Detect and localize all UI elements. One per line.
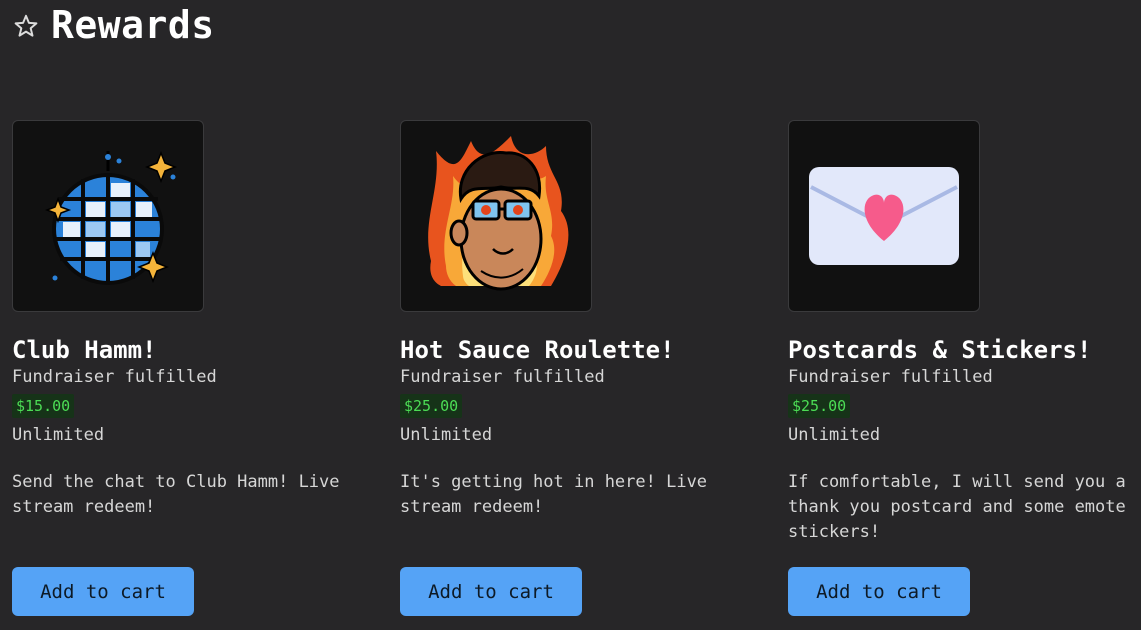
page-header: Rewards — [13, 0, 215, 50]
add-to-cart-button[interactable]: Add to cart — [788, 567, 970, 616]
reward-description: Send the chat to Club Hamm! Live stream … — [12, 472, 340, 517]
reward-title: Club Hamm! — [12, 336, 157, 364]
reward-card-postcards-stickers: Postcards & Stickers! Fundraiser fulfill… — [788, 120, 1140, 616]
reward-description: If comfortable, I will send you a thank … — [788, 472, 1126, 542]
reward-quantity: Unlimited — [788, 425, 881, 445]
reward-status: Fundraiser fulfilled — [12, 367, 217, 387]
add-to-cart-button[interactable]: Add to cart — [400, 567, 582, 616]
reward-title: Postcards & Stickers! — [788, 336, 1092, 364]
flaming-face-emote-image — [400, 120, 592, 312]
reward-title: Hot Sauce Roulette! — [400, 336, 675, 364]
price-badge: $25.00 — [400, 394, 463, 418]
heart-envelope-image — [788, 120, 980, 312]
star-outline-icon — [14, 14, 38, 37]
reward-quantity: Unlimited — [400, 425, 493, 445]
reward-card-hot-sauce-roulette: Hot Sauce Roulette! Fundraiser fulfilled… — [400, 120, 752, 616]
page-title: Rewards — [51, 3, 215, 47]
reward-status: Fundraiser fulfilled — [788, 367, 993, 387]
reward-quantity: Unlimited — [12, 425, 105, 445]
disco-ball-image — [12, 120, 204, 312]
reward-description: It's getting hot in here! Live stream re… — [400, 472, 708, 517]
price-badge: $25.00 — [788, 394, 851, 418]
price-badge: $15.00 — [12, 394, 75, 418]
reward-status: Fundraiser fulfilled — [400, 367, 605, 387]
reward-card-club-hamm: Club Hamm! Fundraiser fulfilled $15.00 U… — [12, 120, 364, 616]
add-to-cart-button[interactable]: Add to cart — [12, 567, 194, 616]
